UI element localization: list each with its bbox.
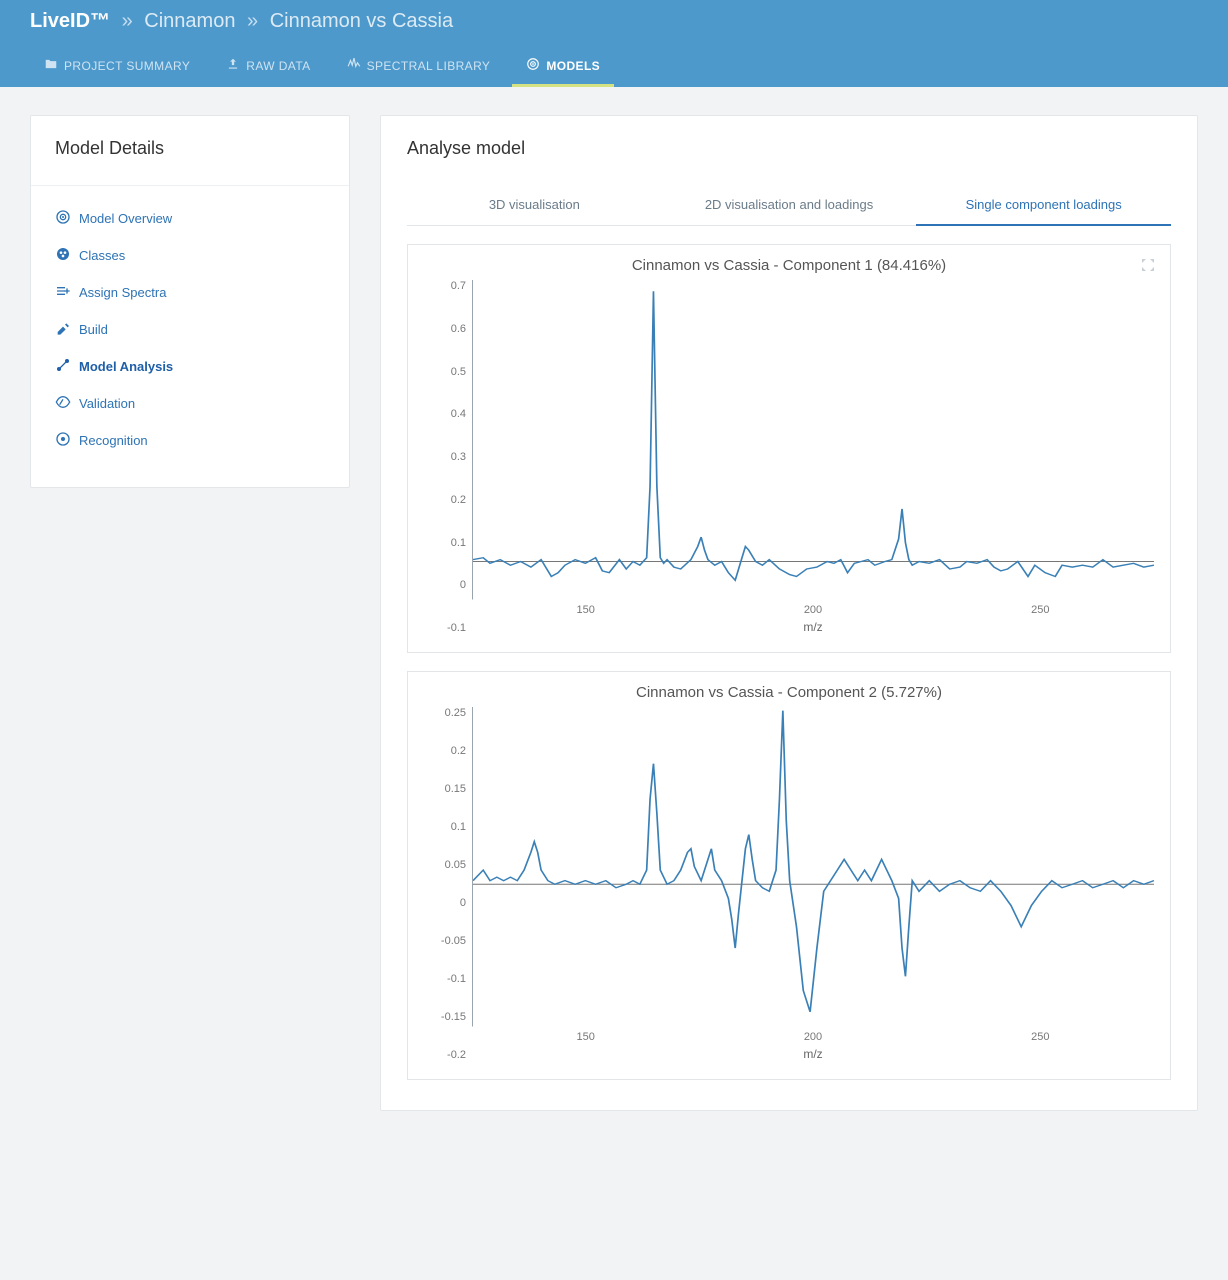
target-icon [55, 209, 71, 228]
expand-icon[interactable] [1140, 257, 1156, 276]
upload-icon [226, 57, 240, 74]
chart-component-1: Cinnamon vs Cassia - Component 1 (84.416… [407, 244, 1171, 653]
ytick: 0.5 [451, 366, 466, 378]
topnav-item-models[interactable]: MODELS [512, 47, 614, 87]
sidebar-label: Validation [79, 396, 135, 411]
recognition-icon [55, 431, 71, 450]
plot-area[interactable] [472, 707, 1154, 1027]
breadcrumb-item[interactable]: Cinnamon vs Cassia [270, 10, 453, 32]
main-panel: Analyse model 3D visualisation2D visuali… [380, 115, 1198, 1111]
ytick: 0.25 [445, 707, 466, 719]
ytick: 0.1 [451, 537, 466, 549]
analysis-icon [55, 357, 71, 376]
target-icon [526, 57, 540, 74]
sidebar-item-model-overview[interactable]: Model Overview [39, 200, 341, 237]
wave-icon [347, 57, 361, 74]
sidebar: Model Details Model Overview Classes Assig… [30, 115, 350, 488]
xtick: 150 [576, 604, 594, 616]
classes-icon [55, 246, 71, 265]
sidebar-list: Model Overview Classes Assign Spectra Build… [31, 186, 349, 473]
breadcrumb: LiveID™ » Cinnamon » Cinnamon vs Cassia [30, 10, 1198, 47]
sidebar-title: Model Details [31, 116, 349, 186]
sidebar-item-validation[interactable]: Validation [39, 385, 341, 422]
topnav-item-project-summary[interactable]: PROJECT SUMMARY [30, 47, 204, 87]
ytick: -0.05 [441, 935, 466, 947]
topnav-label: RAW DATA [246, 59, 310, 73]
tab-2d-visualisation-and-loadings[interactable]: 2D visualisation and loadings [662, 185, 917, 226]
breadcrumb-item[interactable]: Cinnamon [144, 10, 235, 32]
ytick: -0.15 [441, 1011, 466, 1023]
ytick: 0.4 [451, 408, 466, 420]
sidebar-item-classes[interactable]: Classes [39, 237, 341, 274]
ytick: 0.3 [451, 451, 466, 463]
analysis-tabs: 3D visualisation2D visualisation and loa… [407, 185, 1171, 226]
xlabel: m/z [472, 620, 1154, 634]
ytick: 0 [460, 579, 466, 591]
ytick: 0.2 [451, 494, 466, 506]
sidebar-label: Model Overview [79, 211, 172, 226]
main-title: Analyse model [407, 138, 1171, 159]
topnav-item-spectral-library[interactable]: SPECTRAL LIBRARY [333, 47, 505, 87]
topnav-label: MODELS [546, 59, 600, 73]
top-nav: PROJECT SUMMARY RAW DATA SPECTRAL LIBRARY M… [30, 47, 1198, 87]
xtick: 150 [576, 1031, 594, 1043]
app-header: LiveID™ » Cinnamon » Cinnamon vs Cassia … [0, 0, 1228, 87]
ytick: 0.05 [445, 859, 466, 871]
xtick: 200 [804, 604, 822, 616]
sidebar-item-assign-spectra[interactable]: Assign Spectra [39, 274, 341, 311]
page-body: Model Details Model Overview Classes Assig… [0, 87, 1228, 1139]
ytick: 0.2 [451, 745, 466, 757]
sidebar-label: Build [79, 322, 108, 337]
xtick: 250 [1031, 604, 1049, 616]
chart-title: Cinnamon vs Cassia - Component 1 (84.416… [424, 257, 1154, 274]
ytick: 0.15 [445, 783, 466, 795]
sidebar-label: Assign Spectra [79, 285, 166, 300]
sidebar-label: Model Analysis [79, 359, 173, 374]
sidebar-item-build[interactable]: Build [39, 311, 341, 348]
topnav-label: PROJECT SUMMARY [64, 59, 190, 73]
tab-3d-visualisation[interactable]: 3D visualisation [407, 185, 662, 226]
ytick: -0.2 [447, 1049, 466, 1061]
breadcrumb-sep: » [247, 10, 258, 32]
assign-icon [55, 283, 71, 302]
chart-component-2: Cinnamon vs Cassia - Component 2 (5.727%… [407, 671, 1171, 1080]
ytick: -0.1 [447, 973, 466, 985]
tab-single-component-loadings[interactable]: Single component loadings [916, 185, 1171, 226]
topnav-item-raw-data[interactable]: RAW DATA [212, 47, 324, 87]
sidebar-label: Recognition [79, 433, 148, 448]
breadcrumb-sep: » [122, 10, 133, 32]
chart-title: Cinnamon vs Cassia - Component 2 (5.727%… [424, 684, 1154, 701]
folder-icon [44, 57, 58, 74]
xtick: 200 [804, 1031, 822, 1043]
build-icon [55, 320, 71, 339]
topnav-label: SPECTRAL LIBRARY [367, 59, 491, 73]
app-name: LiveID™ [30, 10, 110, 32]
plot-area[interactable] [472, 280, 1154, 600]
ytick: 0 [460, 897, 466, 909]
ytick: 0.1 [451, 821, 466, 833]
sidebar-label: Classes [79, 248, 125, 263]
ytick: 0.6 [451, 323, 466, 335]
xlabel: m/z [472, 1047, 1154, 1061]
xtick: 250 [1031, 1031, 1049, 1043]
ytick: -0.1 [447, 622, 466, 634]
sidebar-item-model-analysis[interactable]: Model Analysis [39, 348, 341, 385]
validation-icon [55, 394, 71, 413]
charts-container: Cinnamon vs Cassia - Component 1 (84.416… [407, 244, 1171, 1080]
ytick: 0.7 [451, 280, 466, 292]
sidebar-item-recognition[interactable]: Recognition [39, 422, 341, 459]
